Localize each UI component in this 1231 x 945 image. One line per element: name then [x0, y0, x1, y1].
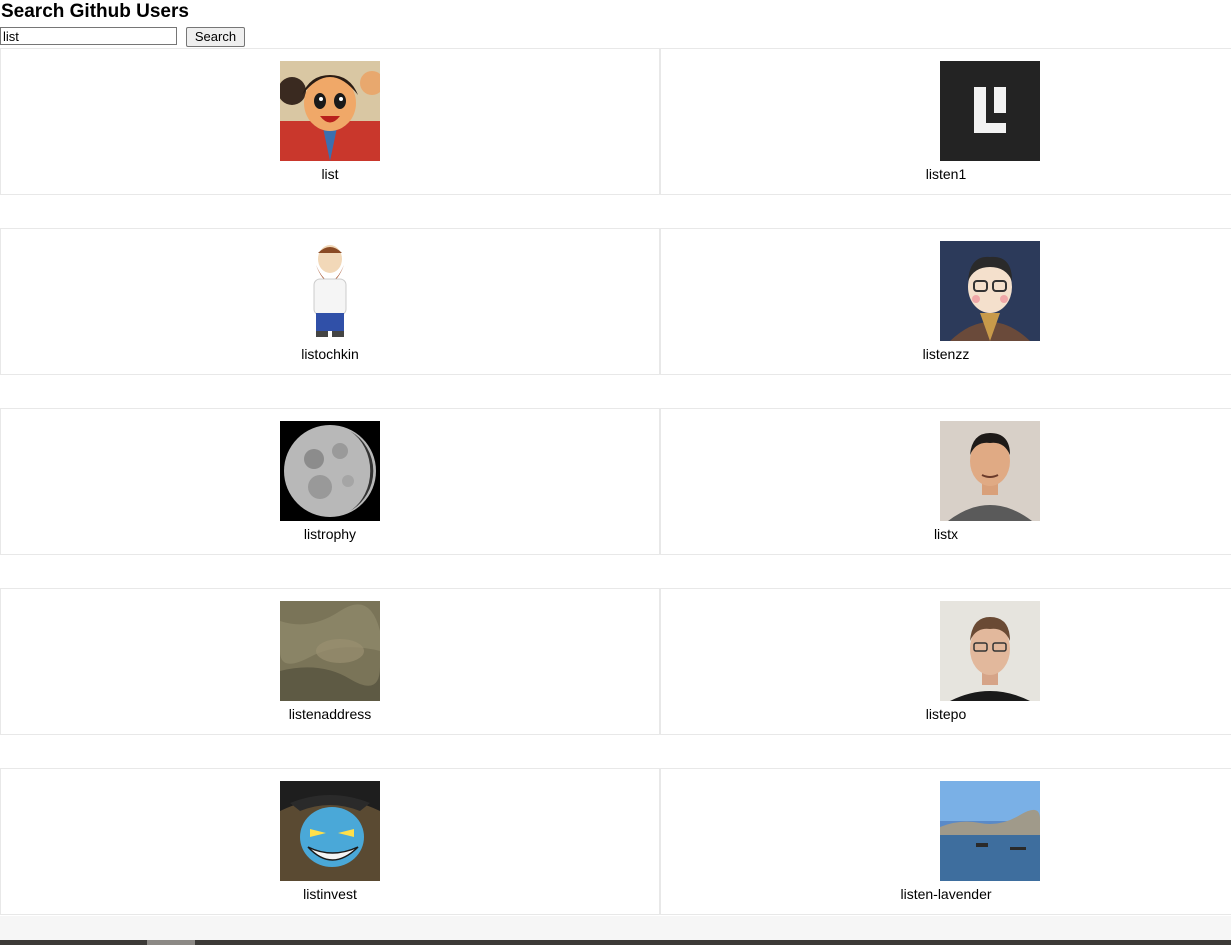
username[interactable]: listrophy — [1, 525, 659, 543]
horizontal-scrollbar[interactable] — [0, 940, 1231, 945]
user-card[interactable]: listen1 — [660, 48, 1231, 195]
user-card[interactable]: listenaddress — [0, 588, 660, 735]
avatar[interactable] — [940, 421, 1040, 521]
avatar[interactable] — [280, 781, 380, 881]
username[interactable]: listenaddress — [1, 705, 659, 723]
avatar[interactable] — [280, 241, 380, 341]
result-row: listrophy listx — [0, 408, 1231, 555]
search-button[interactable]: Search — [186, 27, 245, 47]
user-card[interactable]: listochkin — [0, 228, 660, 375]
avatar[interactable] — [940, 241, 1040, 341]
avatar[interactable] — [940, 781, 1040, 881]
user-card[interactable]: listenzz — [660, 228, 1231, 375]
result-row: listenaddress listepo — [0, 588, 1231, 735]
user-card[interactable]: listepo — [660, 588, 1231, 735]
result-row: listinvest listen-lavender — [0, 768, 1231, 915]
user-card[interactable]: listinvest — [0, 768, 660, 915]
search-input[interactable] — [0, 27, 177, 45]
username[interactable]: listepo — [661, 705, 1231, 723]
username[interactable]: listen-lavender — [661, 885, 1231, 903]
avatar[interactable] — [280, 61, 380, 161]
page-footer — [0, 916, 1231, 940]
username[interactable]: listen1 — [661, 165, 1231, 183]
result-row: list listen1 — [0, 48, 1231, 195]
user-card[interactable]: listx — [660, 408, 1231, 555]
username[interactable]: listx — [661, 525, 1231, 543]
avatar[interactable] — [940, 61, 1040, 161]
avatar[interactable] — [280, 421, 380, 521]
username[interactable]: list — [1, 165, 659, 183]
username[interactable]: listochkin — [1, 345, 659, 363]
result-row: listochkin listenzz — [0, 228, 1231, 375]
username[interactable]: listinvest — [1, 885, 659, 903]
user-card[interactable]: listen-lavender — [660, 768, 1231, 915]
avatar[interactable] — [940, 601, 1040, 701]
user-card[interactable]: listrophy — [0, 408, 660, 555]
user-card[interactable]: list — [0, 48, 660, 195]
scrollbar-thumb[interactable] — [147, 940, 195, 945]
page-title: Search Github Users — [1, 1, 189, 22]
search-bar: Search — [0, 24, 1231, 48]
avatar[interactable] — [280, 601, 380, 701]
username[interactable]: listenzz — [661, 345, 1231, 363]
